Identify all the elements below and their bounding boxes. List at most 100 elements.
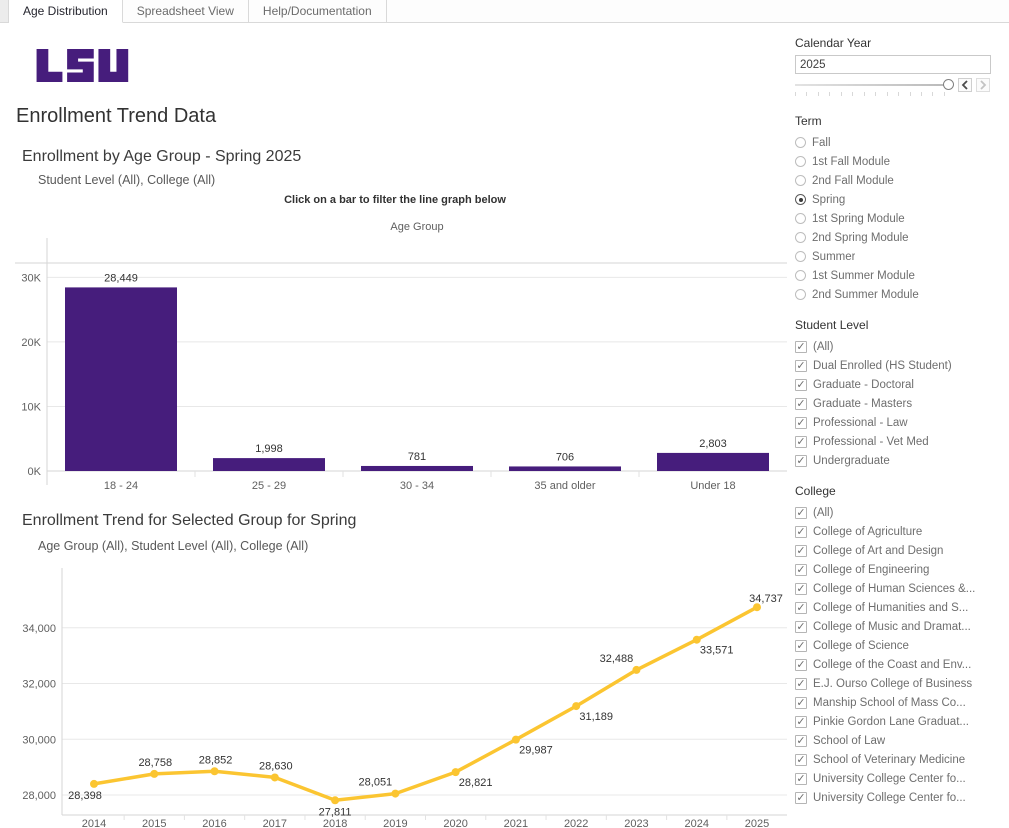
data-point-2019[interactable]: [391, 789, 400, 798]
college-option-university-college-center-fo-[interactable]: ✓ University College Center fo...: [795, 788, 1000, 807]
term-option-fall[interactable]: Fall: [795, 133, 1000, 152]
y-axis-tick-label: 30,000: [22, 734, 56, 746]
option-label: College of Art and Design: [813, 544, 944, 557]
option-label: 1st Fall Module: [812, 155, 890, 168]
checkbox-checked-icon[interactable]: ✓: [795, 696, 807, 709]
tab-age-distribution[interactable]: Age Distribution: [9, 0, 123, 23]
college-option-e-j-ourso-college-of-business[interactable]: ✓ E.J. Ourso College of Business: [795, 674, 1000, 693]
college-option-pinkie-gordon-lane-graduat-[interactable]: ✓ Pinkie Gordon Lane Graduat...: [795, 712, 1000, 731]
checkbox-checked-icon[interactable]: ✓: [795, 525, 807, 538]
data-point-2017[interactable]: [270, 773, 279, 782]
bar-18-24[interactable]: [65, 287, 177, 471]
student-level-option-graduate-doctoral[interactable]: ✓ Graduate - Doctoral: [795, 375, 1000, 394]
checkbox-checked-icon[interactable]: ✓: [795, 454, 807, 467]
radio-icon[interactable]: [795, 213, 806, 224]
checkbox-checked-icon[interactable]: ✓: [795, 506, 807, 519]
college-option-school-of-veterinary-medicine[interactable]: ✓ School of Veterinary Medicine: [795, 750, 1000, 769]
term-option-2nd-summer-module[interactable]: 2nd Summer Module: [795, 285, 1000, 304]
bar-25-29[interactable]: [213, 458, 325, 471]
checkbox-checked-icon[interactable]: ✓: [795, 601, 807, 614]
bar-35-and-older[interactable]: [509, 466, 621, 471]
student-level-option-professional-law[interactable]: ✓ Professional - Law: [795, 413, 1000, 432]
radio-icon[interactable]: [795, 251, 806, 262]
slider-handle[interactable]: [943, 79, 954, 90]
radio-icon[interactable]: [795, 175, 806, 186]
slider-track[interactable]: [795, 84, 950, 86]
checkbox-checked-icon[interactable]: ✓: [795, 620, 807, 633]
checkbox-checked-icon[interactable]: ✓: [795, 563, 807, 576]
calendar-year-input[interactable]: [795, 55, 991, 74]
checkbox-checked-icon[interactable]: ✓: [795, 639, 807, 652]
chevron-left-icon: [961, 80, 968, 90]
radio-selected-icon[interactable]: [795, 194, 806, 205]
college-option--all-[interactable]: ✓ (All): [795, 503, 1000, 522]
student-level-label: Student Level: [795, 318, 869, 332]
checkbox-checked-icon[interactable]: ✓: [795, 772, 807, 785]
x-axis-year-label: 2022: [564, 818, 588, 828]
slider-next-button[interactable]: [976, 78, 990, 92]
student-level-option--all-[interactable]: ✓ (All): [795, 337, 1000, 356]
checkbox-checked-icon[interactable]: ✓: [795, 658, 807, 671]
checkbox-checked-icon[interactable]: ✓: [795, 340, 807, 353]
checkbox-checked-icon[interactable]: ✓: [795, 715, 807, 728]
college-option-school-of-law[interactable]: ✓ School of Law: [795, 731, 1000, 750]
y-axis-tick-label: 30K: [21, 272, 41, 284]
checkbox-checked-icon[interactable]: ✓: [795, 582, 807, 595]
college-option-college-of-art-and-design[interactable]: ✓ College of Art and Design: [795, 541, 1000, 560]
college-option-manship-school-of-mass-co-[interactable]: ✓ Manship School of Mass Co...: [795, 693, 1000, 712]
radio-icon[interactable]: [795, 289, 806, 300]
data-point-2015[interactable]: [150, 769, 159, 778]
checkbox-checked-icon[interactable]: ✓: [795, 416, 807, 429]
term-option-summer[interactable]: Summer: [795, 247, 1000, 266]
slider-prev-button[interactable]: [958, 78, 972, 92]
college-option-college-of-the-coast-and-env-[interactable]: ✓ College of the Coast and Env...: [795, 655, 1000, 674]
bar-value-label: 2,803: [699, 438, 727, 450]
data-point-2016[interactable]: [210, 767, 219, 776]
checkbox-checked-icon[interactable]: ✓: [795, 397, 807, 410]
data-point-2018[interactable]: [331, 796, 340, 805]
data-point-2014[interactable]: [90, 779, 98, 788]
college-option-college-of-engineering[interactable]: ✓ College of Engineering: [795, 560, 1000, 579]
college-option-college-of-agriculture[interactable]: ✓ College of Agriculture: [795, 522, 1000, 541]
checkbox-checked-icon[interactable]: ✓: [795, 435, 807, 448]
data-point-2021[interactable]: [511, 735, 520, 744]
bar-category-label: 30 - 34: [400, 480, 434, 492]
data-point-2020[interactable]: [451, 768, 460, 777]
student-level-option-professional-vet-med[interactable]: ✓ Professional - Vet Med: [795, 432, 1000, 451]
radio-icon[interactable]: [795, 137, 806, 148]
tab-help-documentation[interactable]: Help/Documentation: [248, 0, 387, 22]
filter-panel: Calendar Year Term Fall 1st Fall Module 2n…: [795, 36, 1000, 807]
term-option-1st-summer-module[interactable]: 1st Summer Module: [795, 266, 1000, 285]
college-option-college-of-humanities-and-s-[interactable]: ✓ College of Humanities and S...: [795, 598, 1000, 617]
bar-30-34[interactable]: [361, 465, 473, 471]
term-option-spring[interactable]: Spring: [795, 190, 1000, 209]
checkbox-checked-icon[interactable]: ✓: [795, 734, 807, 747]
checkbox-checked-icon[interactable]: ✓: [795, 677, 807, 690]
checkbox-checked-icon[interactable]: ✓: [795, 544, 807, 557]
radio-icon[interactable]: [795, 270, 806, 281]
bar-under-18[interactable]: [657, 452, 769, 471]
data-point-2023[interactable]: [632, 665, 641, 674]
checkbox-checked-icon[interactable]: ✓: [795, 753, 807, 766]
radio-icon[interactable]: [795, 156, 806, 167]
radio-icon[interactable]: [795, 232, 806, 243]
student-level-option-graduate-masters[interactable]: ✓ Graduate - Masters: [795, 394, 1000, 413]
term-option-2nd-fall-module[interactable]: 2nd Fall Module: [795, 171, 1000, 190]
checkbox-checked-icon[interactable]: ✓: [795, 359, 807, 372]
checkbox-checked-icon[interactable]: ✓: [795, 791, 807, 804]
data-point-2022[interactable]: [572, 702, 581, 711]
student-level-option-undergraduate[interactable]: ✓ Undergraduate: [795, 451, 1000, 470]
term-option-2nd-spring-module[interactable]: 2nd Spring Module: [795, 228, 1000, 247]
term-option-1st-spring-module[interactable]: 1st Spring Module: [795, 209, 1000, 228]
student-level-option-dual-enrolled-hs-student-[interactable]: ✓ Dual Enrolled (HS Student): [795, 356, 1000, 375]
college-option-college-of-music-and-dramat-[interactable]: ✓ College of Music and Dramat...: [795, 617, 1000, 636]
student-level-options: ✓ (All) ✓ Dual Enrolled (HS Student) ✓ Gradua…: [795, 337, 1000, 470]
college-option-college-of-human-sciences-[interactable]: ✓ College of Human Sciences &...: [795, 579, 1000, 598]
lsu-logo: [36, 49, 129, 82]
checkbox-checked-icon[interactable]: ✓: [795, 378, 807, 391]
college-option-university-college-center-fo-[interactable]: ✓ University College Center fo...: [795, 769, 1000, 788]
term-option-1st-fall-module[interactable]: 1st Fall Module: [795, 152, 1000, 171]
data-point-2024[interactable]: [692, 635, 701, 644]
college-option-college-of-science[interactable]: ✓ College of Science: [795, 636, 1000, 655]
tab-spreadsheet-view[interactable]: Spreadsheet View: [122, 0, 249, 22]
